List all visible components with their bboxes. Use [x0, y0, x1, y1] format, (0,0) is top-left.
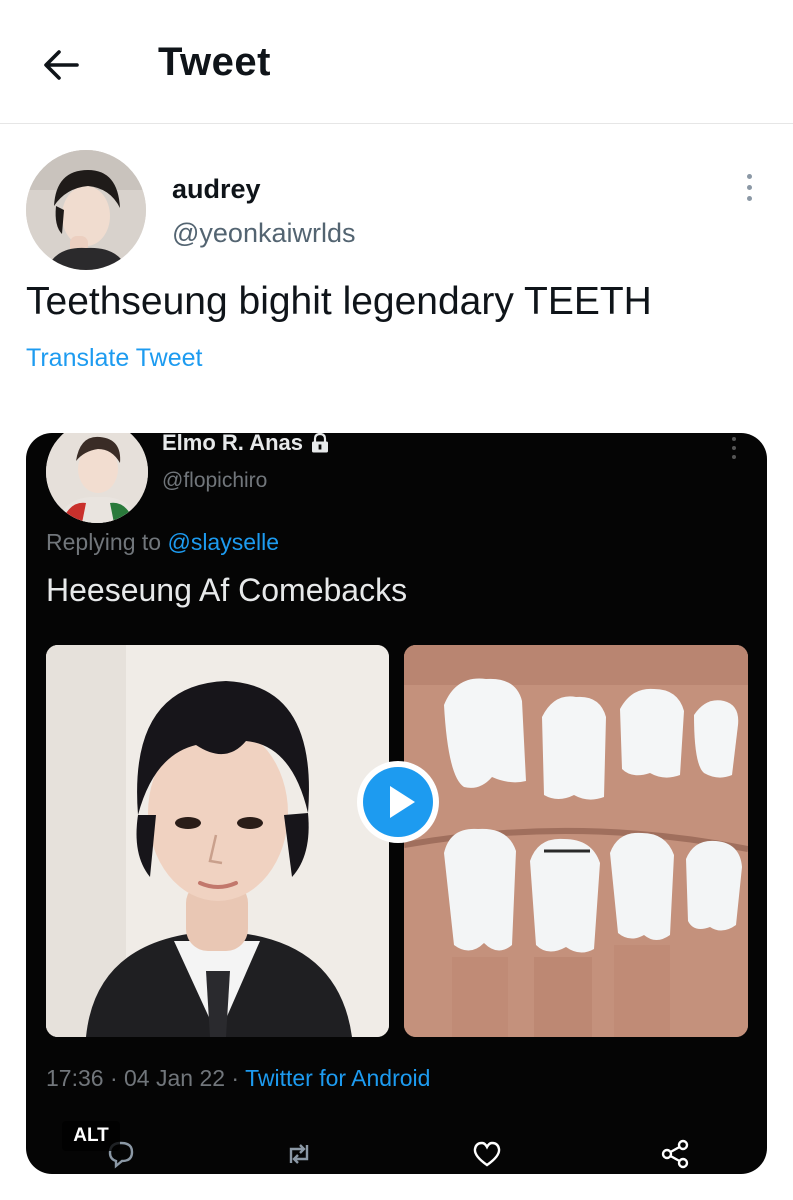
avatar[interactable] — [26, 150, 146, 270]
tweet-text: Teethseung bighit legendary TEETH — [26, 280, 652, 323]
embedded-action-bar — [26, 1133, 767, 1173]
embedded-avatar — [46, 433, 148, 523]
embedded-photo-teeth-nails — [404, 645, 748, 1037]
display-name[interactable]: audrey — [172, 174, 261, 205]
embedded-display-name: Elmo R. Anas — [162, 433, 329, 456]
lock-icon — [312, 433, 328, 453]
back-button[interactable] — [38, 42, 84, 88]
more-dot-icon — [746, 184, 752, 190]
alt-badge[interactable]: ALT — [62, 1121, 120, 1151]
share-icon — [661, 1139, 689, 1169]
top-bar: Tweet — [0, 0, 793, 124]
embedded-photo-portrait — [46, 645, 389, 1037]
more-dot-icon — [746, 173, 752, 179]
page-title: Tweet — [158, 40, 271, 84]
portrait-illustration — [46, 645, 389, 1037]
embedded-source: Twitter for Android — [245, 1065, 431, 1091]
embedded-time: 17:36 — [46, 1065, 104, 1091]
play-icon — [363, 767, 433, 837]
retweet-icon — [289, 1144, 309, 1164]
embedded-display-name-text: Elmo R. Anas — [162, 433, 303, 455]
more-options-button[interactable] — [730, 168, 768, 206]
arrow-left-icon — [44, 50, 79, 80]
embedded-date: 04 Jan 22 — [124, 1065, 226, 1091]
play-button[interactable] — [357, 761, 439, 843]
replying-prefix: Replying to — [46, 529, 168, 555]
embedded-more-icon — [732, 437, 736, 459]
username-handle[interactable]: @yeonkaiwrlds — [172, 218, 355, 249]
embedded-timestamp: 17:36 · 04 Jan 22 · Twitter for Android — [46, 1065, 431, 1091]
tweet-media[interactable]: Elmo R. Anas @flopichiro Replying to @sl… — [26, 433, 767, 1174]
avatar-photo — [26, 150, 146, 270]
teeth-nails-illustration — [404, 645, 748, 1037]
heart-icon — [473, 1141, 501, 1167]
more-dot-icon — [746, 195, 752, 201]
embedded-avatar-photo — [46, 433, 148, 523]
translate-tweet-link[interactable]: Translate Tweet — [26, 344, 202, 373]
reply-mention: @slayselle — [167, 529, 280, 555]
embedded-tweet-text: Heeseung Af Comebacks — [46, 572, 408, 608]
embedded-handle: @flopichiro — [162, 469, 268, 492]
embedded-replying-to: Replying to @slayselle — [46, 529, 279, 556]
